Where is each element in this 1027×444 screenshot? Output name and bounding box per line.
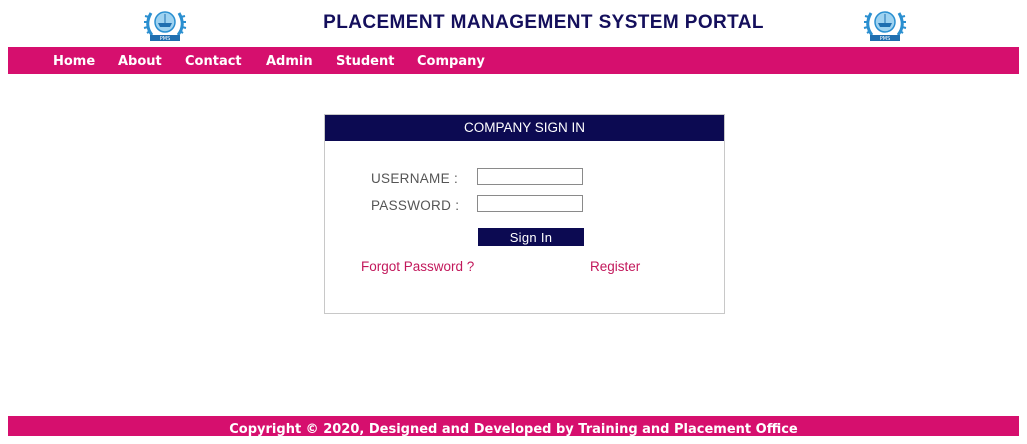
username-label: USERNAME :: [371, 171, 459, 186]
footer-copyright: Copyright © 2020, Designed and Developed…: [229, 422, 798, 437]
nav-company[interactable]: Company: [417, 54, 485, 69]
signin-card: COMPANY SIGN IN USERNAME : PASSWORD : Si…: [324, 114, 725, 314]
sign-in-button[interactable]: Sign In: [478, 228, 584, 246]
main-nav: Home About Contact Admin Student Company: [8, 47, 1019, 74]
nav-admin[interactable]: Admin: [266, 54, 313, 69]
signin-heading: COMPANY SIGN IN: [325, 115, 724, 141]
right-logo: PMS: [858, 5, 912, 43]
nav-home[interactable]: Home: [53, 54, 95, 69]
laurel-emblem-icon: PMS: [863, 11, 907, 42]
password-input[interactable]: [477, 195, 583, 212]
forgot-password-link[interactable]: Forgot Password ?: [361, 259, 474, 274]
logo-left-text: PMS: [160, 36, 171, 42]
logo-right-text: PMS: [880, 36, 891, 42]
footer: Copyright © 2020, Designed and Developed…: [8, 416, 1019, 437]
header: PMS PLACEMENT MANAGEMENT SYSTEM PORTAL P…: [0, 0, 1027, 47]
password-label: PASSWORD :: [371, 198, 460, 213]
nav-student[interactable]: Student: [336, 54, 394, 69]
register-link[interactable]: Register: [590, 259, 640, 274]
username-input[interactable]: [477, 168, 583, 185]
nav-about[interactable]: About: [118, 54, 162, 69]
nav-contact[interactable]: Contact: [185, 54, 242, 69]
